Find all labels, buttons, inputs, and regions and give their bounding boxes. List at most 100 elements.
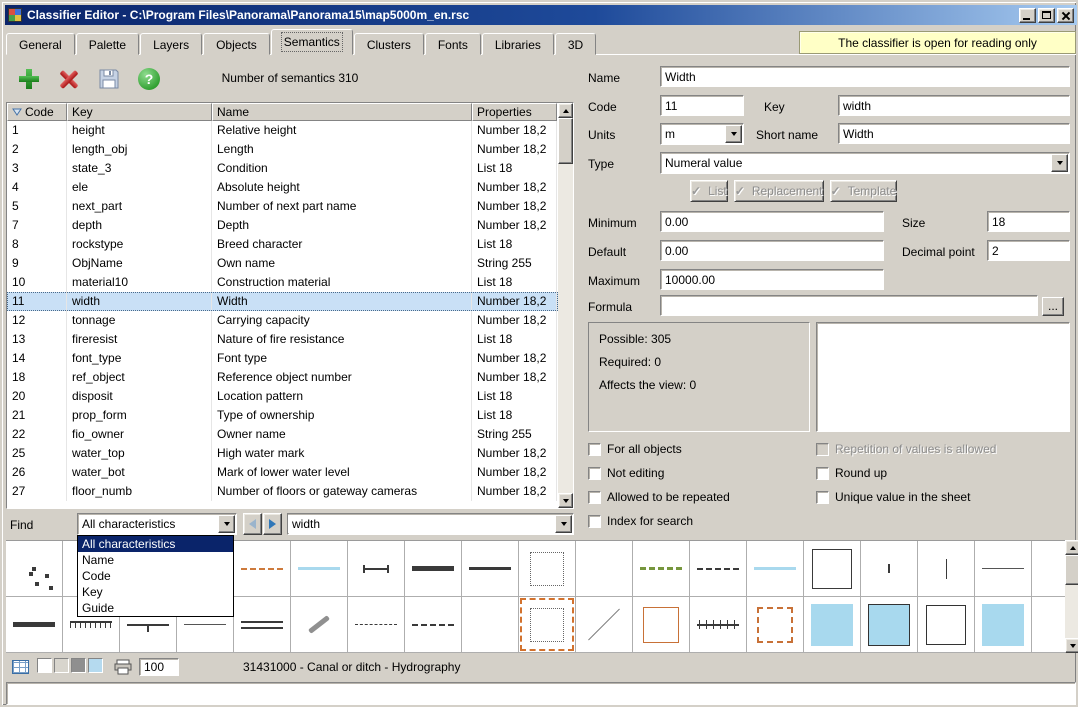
table-scrollbar[interactable] [558,103,573,508]
symbol-cell[interactable] [1032,541,1065,597]
scroll-up-button[interactable] [1065,540,1078,555]
symbol-cell[interactable] [918,541,975,597]
scroll-down-button[interactable] [558,493,573,508]
dropdown-option[interactable]: Code [78,568,233,584]
symbol-cell[interactable] [519,597,576,653]
symbol-cell[interactable] [462,541,519,597]
symbol-cell[interactable] [633,597,690,653]
table-row[interactable]: 2 length_obj Length Number 18,2 [7,140,558,159]
symbol-cell[interactable] [6,597,63,653]
find-field-combo[interactable]: All characteristics [77,513,237,535]
close-button[interactable] [1057,8,1074,23]
table-row[interactable]: 1 height Relative height Number 18,2 [7,121,558,140]
symbol-cell[interactable] [861,541,918,597]
code-input[interactable] [660,95,744,116]
table-row[interactable]: 20 disposit Location pattern List 18 [7,387,558,406]
find-field-dropdown-button[interactable] [218,515,235,533]
tab[interactable]: Fonts [425,33,481,55]
table-row[interactable]: 3 state_3 Condition List 18 [7,159,558,178]
table-row[interactable]: 4 ele Absolute height Number 18,2 [7,178,558,197]
symbol-cell[interactable] [747,541,804,597]
checkbox[interactable]: Round up [816,466,996,480]
table-row[interactable]: 14 font_type Font type Number 18,2 [7,349,558,368]
symbol-scrollbar[interactable] [1065,540,1078,653]
maximize-button[interactable] [1038,8,1055,23]
symbol-cell[interactable] [690,541,747,597]
column-header-properties[interactable]: Properties [472,103,557,121]
tab[interactable]: 3D [555,33,596,55]
table-row[interactable]: 8 rockstype Breed character List 18 [7,235,558,254]
action-button[interactable]: Template [830,180,898,202]
checkbox[interactable]: Unique value in the sheet [816,490,996,504]
formula-input[interactable] [660,295,1038,316]
symbol-cell[interactable] [405,541,462,597]
scroll-up-button[interactable] [558,103,573,118]
symbol-cell[interactable] [576,541,633,597]
checkbox[interactable]: For all objects [588,442,730,456]
tab[interactable]: Objects [203,33,270,55]
action-button[interactable]: List [690,180,728,202]
scroll-thumb[interactable] [558,118,573,164]
symbol-cell[interactable] [861,597,918,653]
tab[interactable]: Libraries [482,33,554,55]
symbol-cell[interactable] [690,597,747,653]
find-previous-button[interactable] [243,513,262,535]
dropdown-option[interactable]: Key [78,584,233,600]
checkbox[interactable]: Index for search [588,514,730,528]
default-input[interactable] [660,240,884,261]
symbol-cell[interactable] [975,597,1032,653]
print-button[interactable] [113,659,133,675]
table-view-icon[interactable] [12,660,29,674]
minimum-input[interactable] [660,211,884,232]
column-header-name[interactable]: Name [212,103,472,121]
tab[interactable]: Layers [140,33,202,55]
search-input[interactable] [288,515,554,533]
type-combo[interactable]: Numeral value [660,152,1070,174]
symbol-cell[interactable] [405,597,462,653]
short-name-input[interactable] [838,123,1070,144]
minimize-button[interactable] [1019,8,1036,23]
table-row[interactable]: 26 water_bot Mark of lower water level N… [7,463,558,482]
table-row[interactable]: 5 next_part Number of next part name Num… [7,197,558,216]
table-row[interactable]: 27 floor_numb Number of floors or gatewa… [7,482,558,501]
tab[interactable]: Clusters [354,33,424,55]
symbol-cell[interactable] [519,541,576,597]
table-row[interactable]: 22 fio_owner Owner name String 255 [7,425,558,444]
column-header-key[interactable]: Key [67,103,212,121]
symbol-cell[interactable] [348,597,405,653]
table-row[interactable]: 12 tonnage Carrying capacity Number 18,2 [7,311,558,330]
symbol-cell[interactable] [348,541,405,597]
table-row[interactable]: 18 ref_object Reference object number Nu… [7,368,558,387]
table-row[interactable]: 7 depth Depth Number 18,2 [7,216,558,235]
zoom-input[interactable] [139,658,179,676]
dropdown-option[interactable]: Guide [78,600,233,616]
name-input[interactable] [660,66,1070,87]
type-dropdown-button[interactable] [1051,154,1068,172]
checkbox[interactable]: Repetition of values is allowed [816,442,996,456]
dropdown-option[interactable]: Name [78,552,233,568]
table-row[interactable]: 9 ObjName Own name String 255 [7,254,558,273]
units-combo[interactable]: m [660,123,744,145]
symbol-cell[interactable] [1032,597,1065,653]
table-row[interactable]: 13 fireresist Nature of fire resistance … [7,330,558,349]
scroll-thumb[interactable] [1065,555,1078,585]
search-combo[interactable] [287,513,574,535]
column-header-code[interactable]: Code [7,103,67,121]
symbol-cell[interactable] [6,541,63,597]
action-button[interactable]: Replacement [734,180,824,202]
table-row[interactable]: 21 prop_form Type of ownership List 18 [7,406,558,425]
search-dropdown-button[interactable] [555,515,572,533]
symbol-cell[interactable] [804,597,861,653]
size-input[interactable] [987,211,1070,232]
maximum-input[interactable] [660,269,884,290]
checkbox[interactable]: Not editing [588,466,730,480]
symbol-cell[interactable] [975,541,1032,597]
table-row[interactable]: 10 material10 Construction material List… [7,273,558,292]
tab[interactable]: Semantics [271,29,353,55]
units-dropdown-button[interactable] [725,125,742,143]
tab[interactable]: Palette [76,33,139,55]
table-row[interactable]: 11 width Width Number 18,2 [7,292,558,311]
symbol-cell[interactable] [291,597,348,653]
table-row[interactable]: 25 water_top High water mark Number 18,2 [7,444,558,463]
symbol-cell[interactable] [633,541,690,597]
